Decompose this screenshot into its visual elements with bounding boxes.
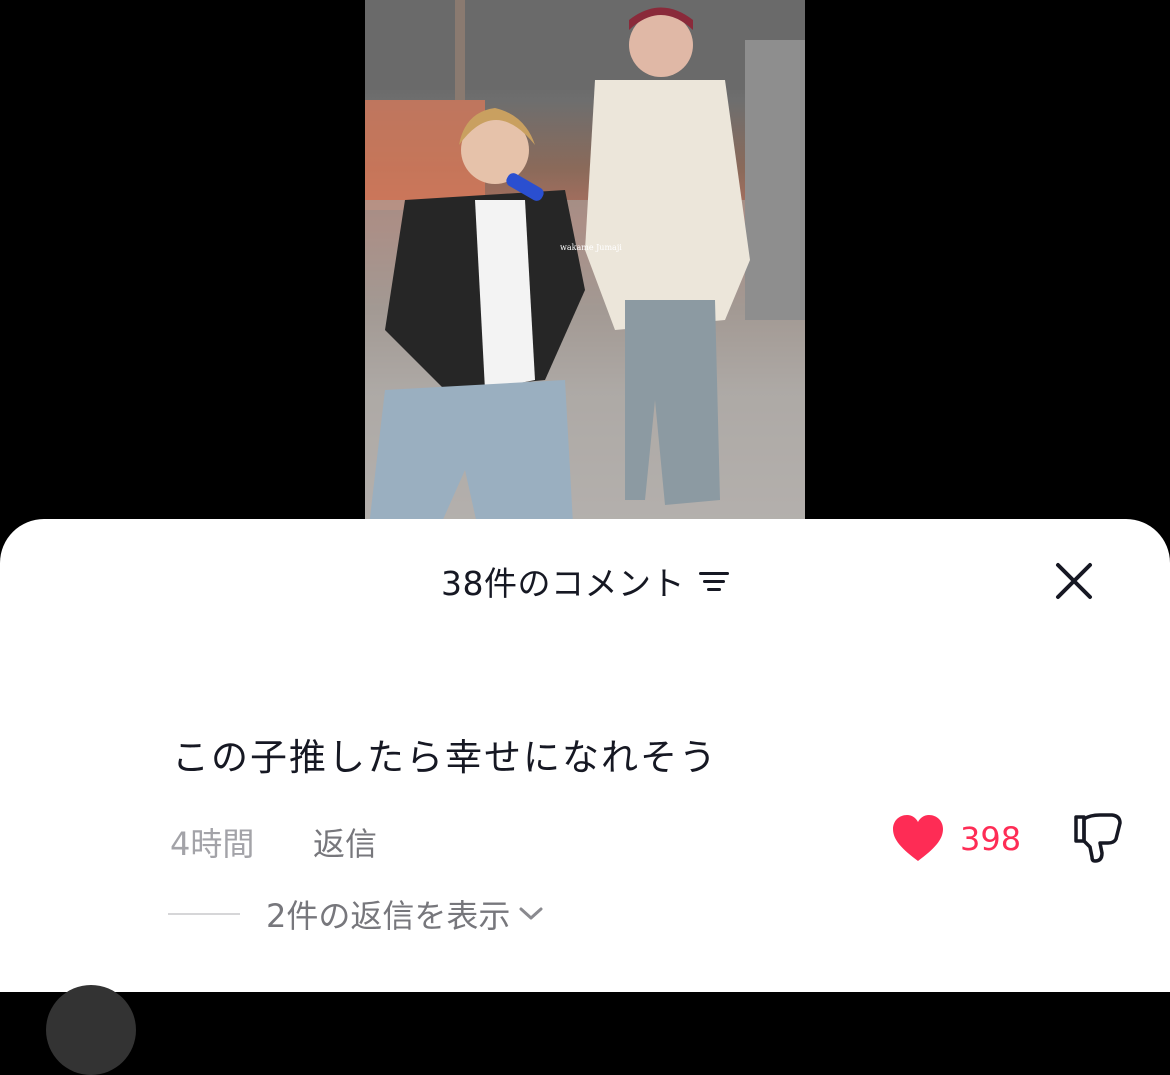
comment-meta-row: 4時間 返信 398 — [170, 813, 1130, 863]
comment-text: この子推したら幸せになれそう — [172, 736, 718, 779]
replies-divider-line — [168, 913, 240, 915]
close-button[interactable] — [1052, 559, 1096, 603]
reply-button[interactable]: 返信 — [313, 819, 377, 865]
sort-lines-icon[interactable] — [699, 569, 729, 593]
video-frame: wakame Jumaji — [365, 0, 805, 560]
next-comment-avatar[interactable] — [46, 985, 136, 1075]
close-x-icon — [1056, 563, 1092, 599]
view-replies-button[interactable]: 2件の返信を表示 — [168, 891, 544, 937]
thumbs-down-icon — [1074, 813, 1122, 863]
dislike-button[interactable] — [1070, 813, 1124, 869]
comment-time: 4時間 — [170, 825, 255, 863]
comments-count-title: 38件のコメント — [441, 564, 685, 603]
like-button[interactable]: 398 — [892, 815, 1021, 863]
like-count: 398 — [960, 820, 1022, 858]
heart-filled-icon — [893, 815, 943, 861]
chevron-down-icon — [519, 907, 543, 920]
watermark-text: wakame Jumaji — [560, 243, 622, 252]
video-player[interactable]: wakame Jumaji — [365, 0, 805, 560]
sheet-header: 38件のコメント — [0, 559, 1170, 603]
view-replies-label: 2件の返信を表示 — [266, 897, 511, 935]
comments-sheet: 38件のコメント この子推したら幸せになれそう 4時間 返信 398 2件の返信… — [0, 519, 1170, 1075]
